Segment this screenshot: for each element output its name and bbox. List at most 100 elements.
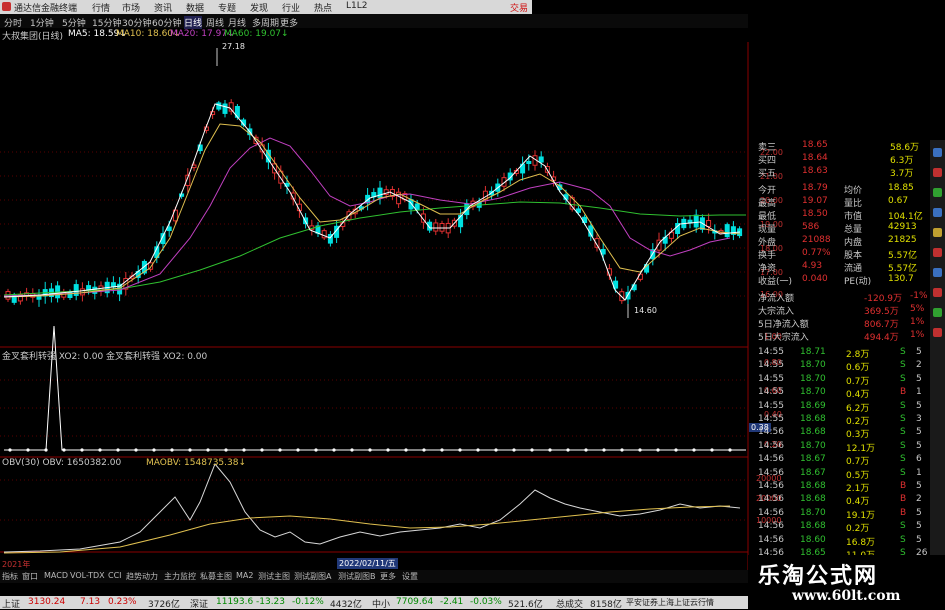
period-multi[interactable]: 多周期	[252, 16, 279, 29]
tab-indicator[interactable]: 指标	[2, 571, 18, 582]
quote-value2: 42913	[888, 222, 917, 232]
ind2-dot	[512, 448, 516, 452]
quote-label: 买四	[758, 156, 777, 166]
quote-label: 今开	[758, 186, 777, 196]
side-icon-8[interactable]	[933, 288, 942, 297]
total-value: 8158亿	[590, 600, 622, 610]
tick-row: 14:56 18.67 0.5万 S 1	[750, 468, 928, 481]
menu-discover[interactable]: 发现	[250, 1, 268, 14]
side-icon-1[interactable]	[933, 148, 942, 157]
tick-row: 14:55 18.71 2.8万 S 5	[750, 347, 928, 360]
ma60-line	[3, 201, 746, 296]
tick-volume: 0.5万	[846, 470, 870, 481]
app-logo-icon	[2, 2, 11, 11]
quote-value2: 0.67	[888, 196, 909, 206]
period-monthly[interactable]: 月线	[228, 16, 246, 29]
quote-value: 0.77%	[802, 248, 831, 258]
ind2-dot	[98, 448, 102, 452]
tab-private-main[interactable]: 私募主图	[200, 571, 232, 582]
period-30min[interactable]: 30分钟	[122, 16, 151, 29]
zx-value: 7709.64	[396, 597, 434, 607]
period-15min[interactable]: 15分钟	[92, 16, 121, 29]
tab-vol-tdx[interactable]: VOL-TDX	[70, 571, 105, 580]
high-price-label: 27.18	[222, 42, 245, 51]
quote-volume: 58.6万	[890, 143, 920, 153]
tab-window[interactable]: 窗口	[22, 571, 38, 582]
menu-news[interactable]: 资讯	[154, 1, 172, 14]
menu-data[interactable]: 数据	[186, 1, 204, 14]
menu-topics[interactable]: 专题	[218, 1, 236, 14]
candle-body	[216, 102, 222, 110]
tab-cci[interactable]: CCI	[108, 571, 122, 580]
quote-label: 换手	[758, 251, 777, 261]
tab-ma2[interactable]: MA2	[236, 571, 253, 580]
period-daily[interactable]: 日线	[184, 16, 203, 29]
trade-button[interactable]: 交易	[510, 1, 528, 14]
tick-time: 14:55	[758, 347, 784, 357]
menu-quotes[interactable]: 行情	[92, 1, 110, 14]
period-tick[interactable]: 分时	[4, 16, 22, 29]
tick-side: S	[900, 440, 906, 451]
side-icon-2[interactable]	[933, 168, 942, 177]
quote-volume: 3.7万	[890, 169, 914, 179]
menu-market[interactable]: 市场	[122, 1, 140, 14]
tick-side: B	[900, 387, 907, 398]
tick-price: 18.70	[800, 507, 826, 518]
tab-macd[interactable]: MACD	[44, 571, 68, 580]
watermark-title: 乐淘公式网	[758, 563, 879, 589]
period-5min[interactable]: 5分钟	[62, 16, 86, 29]
side-icon-10[interactable]	[933, 328, 942, 337]
tab-main-monitor[interactable]: 主力监控	[164, 571, 196, 582]
quote-panel: 卖三 18.65 58.6万 买四 18.64 6.3万 买五 18.63 3.7万 今开 18.7…	[750, 140, 928, 580]
ind2-dot	[584, 448, 588, 452]
quote-label: 最高	[758, 199, 777, 209]
tick-volume: 2.8万	[846, 350, 870, 360]
watermark-url: www.60lt.com	[792, 588, 901, 604]
ind2-dot	[62, 448, 66, 452]
menu-hotspot[interactable]: 热点	[314, 1, 332, 14]
side-icon-3[interactable]	[933, 188, 942, 197]
flow-value: 494.4万	[864, 333, 899, 343]
quote-volume: 6.3万	[890, 156, 914, 166]
quote-value2: 104.1亿	[888, 212, 923, 222]
tick-time: 14:55	[758, 400, 784, 411]
quote-label2: PE(动)	[844, 277, 872, 287]
tick-price: 18.68	[800, 414, 826, 424]
title-bar: 通达信金融终端 行情 市场 资讯 数据 专题 发现 行业 热点 L1L2 交易	[0, 0, 532, 14]
tab-test-main[interactable]: 测试主图	[258, 571, 290, 582]
side-icon-7[interactable]	[933, 268, 942, 277]
quote-value2: 18.85	[888, 183, 914, 193]
sz-amount: 4432亿	[330, 600, 362, 610]
menu-industry[interactable]: 行业	[282, 1, 300, 14]
flow-row: 净流入额 -120.9万 -1%	[750, 291, 928, 304]
quote-row: 净资 4.93 流通 5.57亿	[750, 261, 928, 274]
sh-label: 上证	[2, 600, 21, 610]
period-more[interactable]: 更多	[280, 16, 298, 29]
quote-value2: 130.7	[888, 274, 914, 284]
period-weekly[interactable]: 周线	[206, 16, 224, 29]
candle-body	[166, 226, 172, 232]
tick-price: 18.70	[800, 373, 826, 384]
side-icon-9[interactable]	[933, 308, 942, 317]
ind2-dot	[332, 448, 336, 452]
tab-trend-power[interactable]: 趋势动力	[126, 571, 158, 582]
candle-body	[408, 199, 414, 210]
side-icon-4[interactable]	[933, 208, 942, 217]
ind2-dot	[566, 448, 570, 452]
maobv-label: MAOBV: 1548735.38↓	[146, 458, 246, 468]
tab-settings[interactable]: 设置	[402, 571, 418, 582]
period-1min[interactable]: 1分钟	[30, 16, 54, 29]
menu-l1l2[interactable]: L1L2	[346, 1, 367, 11]
ind2-dot	[476, 448, 480, 452]
tick-count: 5	[916, 507, 922, 518]
period-60min[interactable]: 60分钟	[152, 16, 181, 29]
quote-value: 18.65	[802, 140, 828, 150]
side-icon-6[interactable]	[933, 248, 942, 257]
side-icon-5[interactable]	[933, 228, 942, 237]
tab-test-sub-a[interactable]: 测试副图A	[294, 571, 331, 582]
obv-label: OBV(30) OBV: 1650382.00	[2, 458, 122, 468]
quote-row: 最高 19.07 量比 0.67	[750, 196, 928, 209]
tab-test-sub-b[interactable]: 测试副图B	[338, 571, 376, 582]
ind2-dot	[674, 448, 678, 452]
tab-more[interactable]: 更多	[380, 571, 396, 582]
